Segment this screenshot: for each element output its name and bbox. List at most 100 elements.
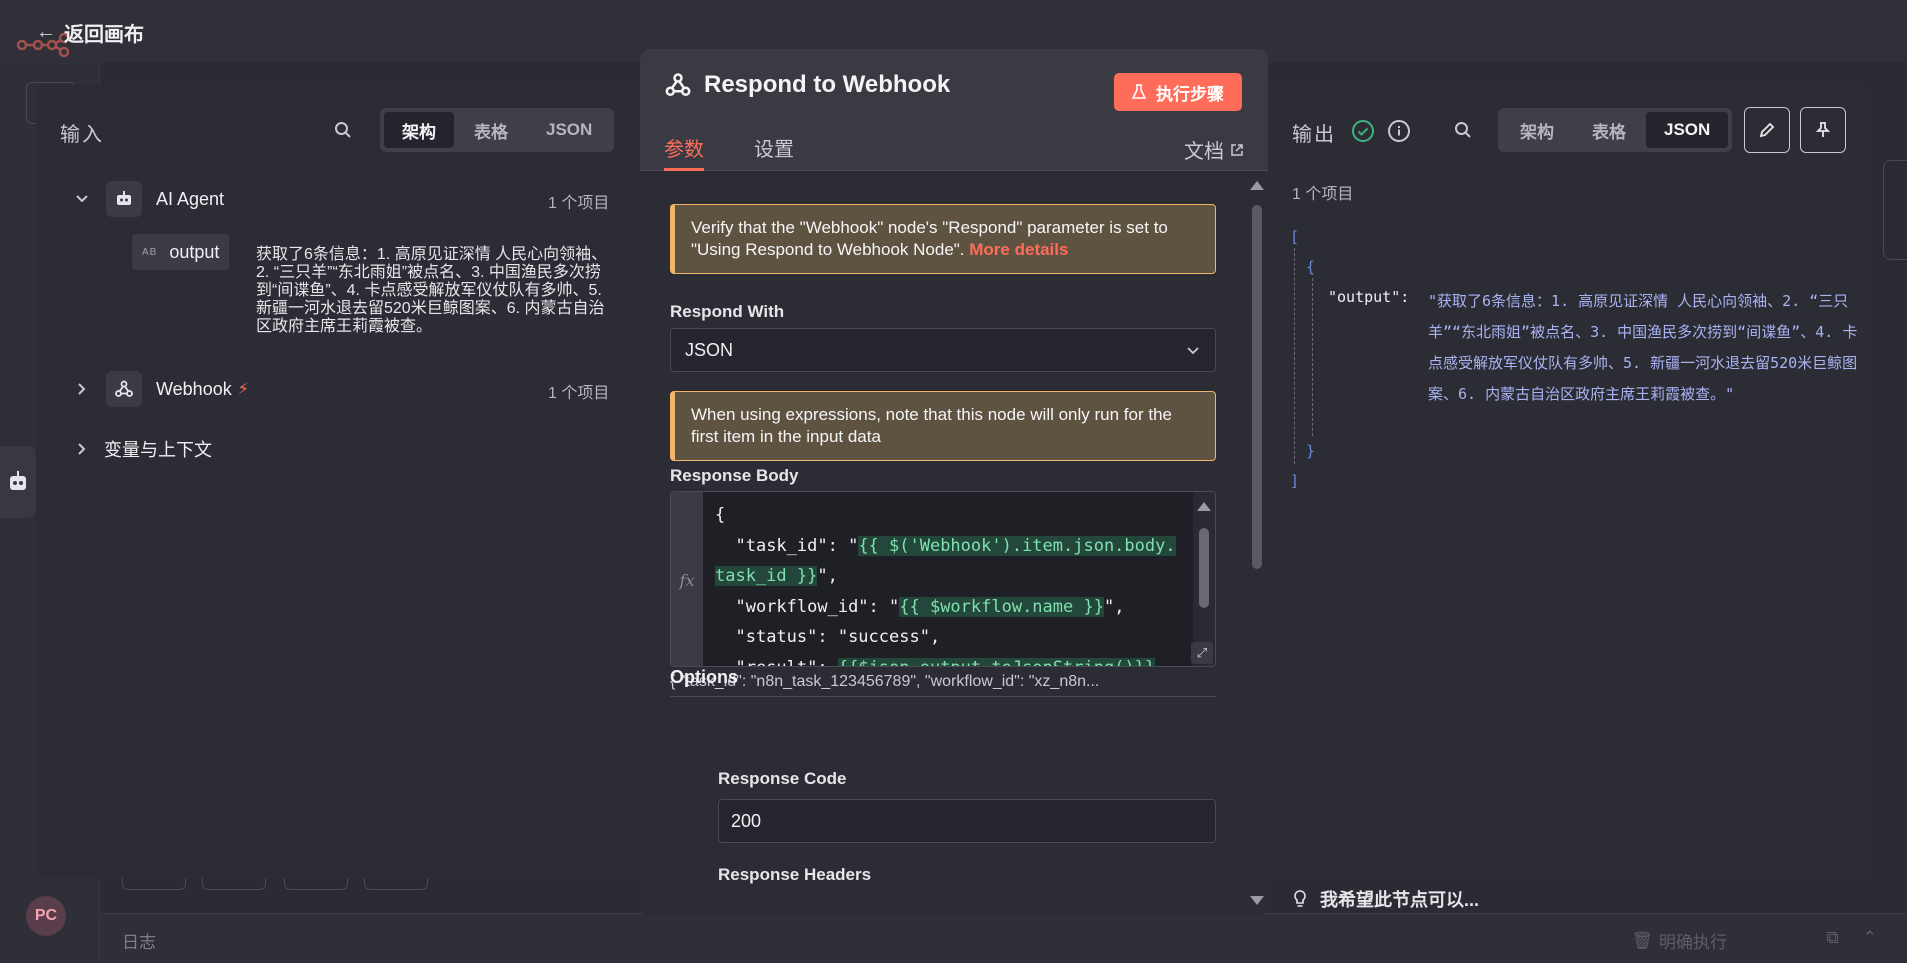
json-value: "获取了6条信息：1. 高原见证深情 人民心向领袖、2. “三只羊”“东北雨姐”…: [1428, 292, 1858, 403]
input-tab-table[interactable]: 表格: [456, 112, 526, 148]
code-line: "task_id": "{{ $('Webhook').item.json.bo…: [715, 531, 1185, 592]
node-title-text: Respond to Webhook: [704, 71, 951, 98]
scroll-down-arrow[interactable]: [1250, 896, 1264, 905]
docs-link[interactable]: 文档: [1184, 135, 1244, 164]
response-code-label: Response Code: [718, 769, 847, 788]
more-details-link[interactable]: More details: [969, 240, 1068, 259]
parameters-scrollbar[interactable]: [1244, 171, 1268, 915]
info-icon[interactable]: [1388, 120, 1410, 142]
pencil-icon: [1759, 122, 1775, 138]
item-count: 1 个项目: [548, 195, 610, 212]
success-check-icon: [1352, 120, 1374, 142]
code-line: "result": {{$json.output.toJsonString()}…: [715, 653, 1185, 667]
json-indent-guide: [1312, 278, 1313, 436]
output-panel-title: 输出: [1292, 124, 1336, 146]
execute-step-button[interactable]: 执行步骤: [1114, 73, 1242, 111]
chevron-down-icon[interactable]: [74, 191, 90, 207]
pin-icon: [1815, 122, 1831, 137]
respond-warning-notice: Verify that the "Webhook" node's "Respon…: [670, 204, 1216, 274]
arrow-left-icon: ←: [36, 21, 56, 43]
node-parameters-panel: Respond to Webhook 执行步骤 参数 设置 文档 Verify …: [640, 49, 1268, 915]
node-title: Respond to Webhook: [664, 71, 950, 99]
pin-output-button[interactable]: [1800, 107, 1846, 153]
respond-with-select[interactable]: JSON: [670, 328, 1216, 372]
field-value: 获取了6条信息：1. 高原见证深情 人民心向领袖、2. “三只羊”“东北雨姐”被…: [256, 246, 608, 335]
code-line: "status": "success",: [715, 627, 941, 647]
lightbulb-icon: [1294, 890, 1306, 907]
trigger-bolt-icon: ⚡: [237, 381, 249, 398]
variables-context-label: 变量与上下文: [104, 440, 212, 460]
node-name: Webhook: [156, 378, 232, 399]
ai-assistant-button[interactable]: [0, 446, 36, 518]
search-icon[interactable]: [334, 121, 352, 139]
expand-editor-icon[interactable]: ⤢: [1191, 642, 1213, 664]
flask-icon: [1132, 84, 1146, 99]
tab-parameters[interactable]: 参数: [664, 133, 704, 171]
chevron-right-icon[interactable]: [74, 381, 90, 397]
editor-scrollbar[interactable]: [1193, 492, 1215, 666]
item-count: 1 个项目: [548, 385, 610, 402]
edit-output-button[interactable]: [1744, 107, 1790, 153]
node-feedback-hint[interactable]: 我希望此节点可以...: [1292, 886, 1479, 912]
node-name: AI Agent: [156, 188, 225, 209]
chevron-down-icon: [1187, 347, 1199, 355]
response-code-input[interactable]: 200: [718, 799, 1216, 843]
external-link-icon: [1231, 143, 1243, 156]
code-text: ",: [817, 566, 838, 586]
search-icon[interactable]: [1454, 121, 1472, 139]
json-indent-guide: [1294, 248, 1295, 464]
tree-node-ai-agent[interactable]: AI Agent: [74, 181, 224, 217]
chevron-up-icon[interactable]: ⌃: [1863, 928, 1877, 948]
output-view-toggle: 架构 表格 JSON: [1498, 108, 1733, 152]
robot-icon: [106, 181, 142, 217]
scroll-up-arrow[interactable]: [1250, 181, 1264, 190]
log-label[interactable]: 日志: [122, 928, 156, 953]
tab-settings[interactable]: 设置: [754, 133, 794, 171]
tree-node-webhook[interactable]: Webhook ⚡: [74, 371, 249, 407]
expression-notice: When using expressions, note that this n…: [670, 391, 1216, 461]
popout-icon[interactable]: ⧉: [1827, 928, 1839, 948]
json-open-bracket: [: [1290, 228, 1300, 246]
webhook-icon: [665, 73, 691, 97]
back-to-canvas-link[interactable]: ← 返回画布: [36, 18, 144, 47]
code-text: "result":: [715, 658, 838, 667]
notice-text: Verify that the "Webhook" node's "Respon…: [691, 218, 1168, 259]
input-tab-json[interactable]: JSON: [528, 112, 610, 148]
trash-icon: 🗑: [1631, 930, 1653, 950]
parameters-scroll-area: Verify that the "Webhook" node's "Respon…: [640, 171, 1244, 915]
respond-with-value: JSON: [685, 339, 734, 360]
output-item-count: 1 个项目: [1292, 186, 1354, 203]
log-bar-icons: ⧉ ⌃: [1827, 928, 1877, 948]
code-line: "workflow_id": "{{ $workflow.name }}",: [715, 592, 1185, 623]
json-close-brace: }: [1306, 442, 1316, 460]
scroll-thumb[interactable]: [1252, 205, 1262, 569]
options-label: Options: [670, 667, 1216, 697]
robot-icon: [10, 471, 26, 490]
code-line: {: [715, 505, 726, 525]
webhook-icon: [106, 371, 142, 407]
response-body-editor[interactable]: fx { "task_id": "{{ $('Webhook').item.js…: [670, 491, 1216, 667]
code-expression: {{ $workflow.name }}: [899, 596, 1104, 617]
code-text: "workflow_id": ": [715, 596, 900, 617]
user-avatar[interactable]: PC: [26, 896, 66, 936]
input-view-toggle: 架构 表格 JSON: [380, 108, 615, 152]
execute-step-label: 执行步骤: [1156, 84, 1224, 104]
code-text: ",: [1103, 596, 1125, 617]
input-panel-title: 输入: [60, 124, 104, 146]
scroll-up-arrow: [1197, 502, 1211, 511]
schema-field[interactable]: AB output: [132, 234, 230, 270]
output-tab-table[interactable]: 表格: [1574, 112, 1644, 148]
chevron-right-icon[interactable]: [74, 441, 90, 457]
output-tab-schema[interactable]: 架构: [1502, 112, 1572, 148]
clear-execution-label: 明确执行: [1659, 933, 1727, 952]
clear-execution-button[interactable]: 🗑 明确执行: [1631, 928, 1727, 953]
respond-with-label: Respond With: [670, 302, 785, 321]
scroll-thumb[interactable]: [1199, 528, 1209, 608]
back-label: 返回画布: [64, 24, 144, 46]
json-close-bracket: ]: [1290, 472, 1300, 490]
code-expression: {{$json.output.toJsonString()}}: [837, 657, 1156, 666]
tree-variables-context[interactable]: 变量与上下文: [74, 436, 212, 462]
output-tab-json[interactable]: JSON: [1646, 112, 1729, 148]
input-tab-schema[interactable]: 架构: [384, 112, 454, 148]
canvas-edge-control: [1883, 160, 1907, 260]
